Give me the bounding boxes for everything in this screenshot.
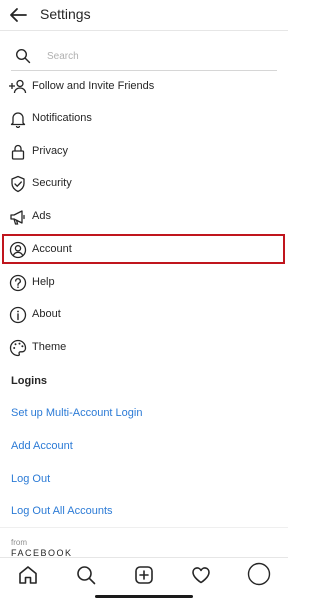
menu-item-label: Notifications (32, 112, 92, 124)
megaphone-icon (9, 208, 27, 226)
search-icon (15, 48, 31, 64)
footer-divider (0, 527, 288, 528)
home-indicator (95, 595, 193, 598)
info-circle-icon (9, 306, 27, 324)
help-circle-icon (9, 274, 27, 292)
menu-item-privacy[interactable]: Privacy (0, 136, 288, 168)
new-post-icon[interactable] (133, 564, 155, 586)
profile-icon[interactable] (247, 562, 271, 586)
home-icon[interactable] (17, 564, 39, 586)
search-icon[interactable] (75, 564, 97, 586)
menu-item-ads[interactable]: Ads (0, 201, 288, 233)
logins-heading: Logins (11, 375, 48, 387)
shield-check-icon (9, 175, 27, 193)
menu-item-label: Privacy (32, 145, 69, 157)
lock-icon (9, 143, 27, 161)
person-circle-icon (9, 241, 27, 259)
heart-icon[interactable] (190, 564, 212, 586)
setup-multi-account-link[interactable]: Set up Multi-Account Login (11, 407, 142, 419)
menu-item-label: Follow and Invite Friends (32, 80, 155, 92)
menu-item-label: Ads (32, 210, 51, 222)
top-bar: Settings (0, 0, 288, 31)
menu-item-help[interactable]: Help (0, 267, 288, 299)
menu-item-notifications[interactable]: Notifications (0, 103, 288, 135)
menu-item-theme[interactable]: Theme (0, 332, 288, 364)
log-out-all-link[interactable]: Log Out All Accounts (11, 505, 113, 517)
menu-item-about[interactable]: About (0, 299, 288, 331)
menu-item-label: Theme (32, 341, 67, 353)
search-input[interactable] (45, 46, 269, 66)
menu-item-account[interactable]: Account (0, 234, 288, 266)
menu-item-label: Security (32, 177, 72, 189)
menu-item-label: About (32, 308, 61, 320)
add-person-icon (9, 78, 27, 96)
add-account-link[interactable]: Add Account (11, 440, 73, 452)
bell-icon (9, 110, 27, 128)
palette-icon (9, 339, 27, 357)
back-arrow-icon[interactable] (6, 3, 30, 27)
menu-item-label: Help (32, 276, 55, 288)
menu-item-follow-invite[interactable]: Follow and Invite Friends (0, 71, 288, 103)
search-bar[interactable] (11, 42, 277, 71)
log-out-link[interactable]: Log Out (11, 473, 50, 485)
from-label: from (11, 538, 27, 547)
menu-item-security[interactable]: Security (0, 168, 288, 200)
menu-item-label: Account (32, 243, 72, 255)
page-title: Settings (40, 6, 91, 22)
